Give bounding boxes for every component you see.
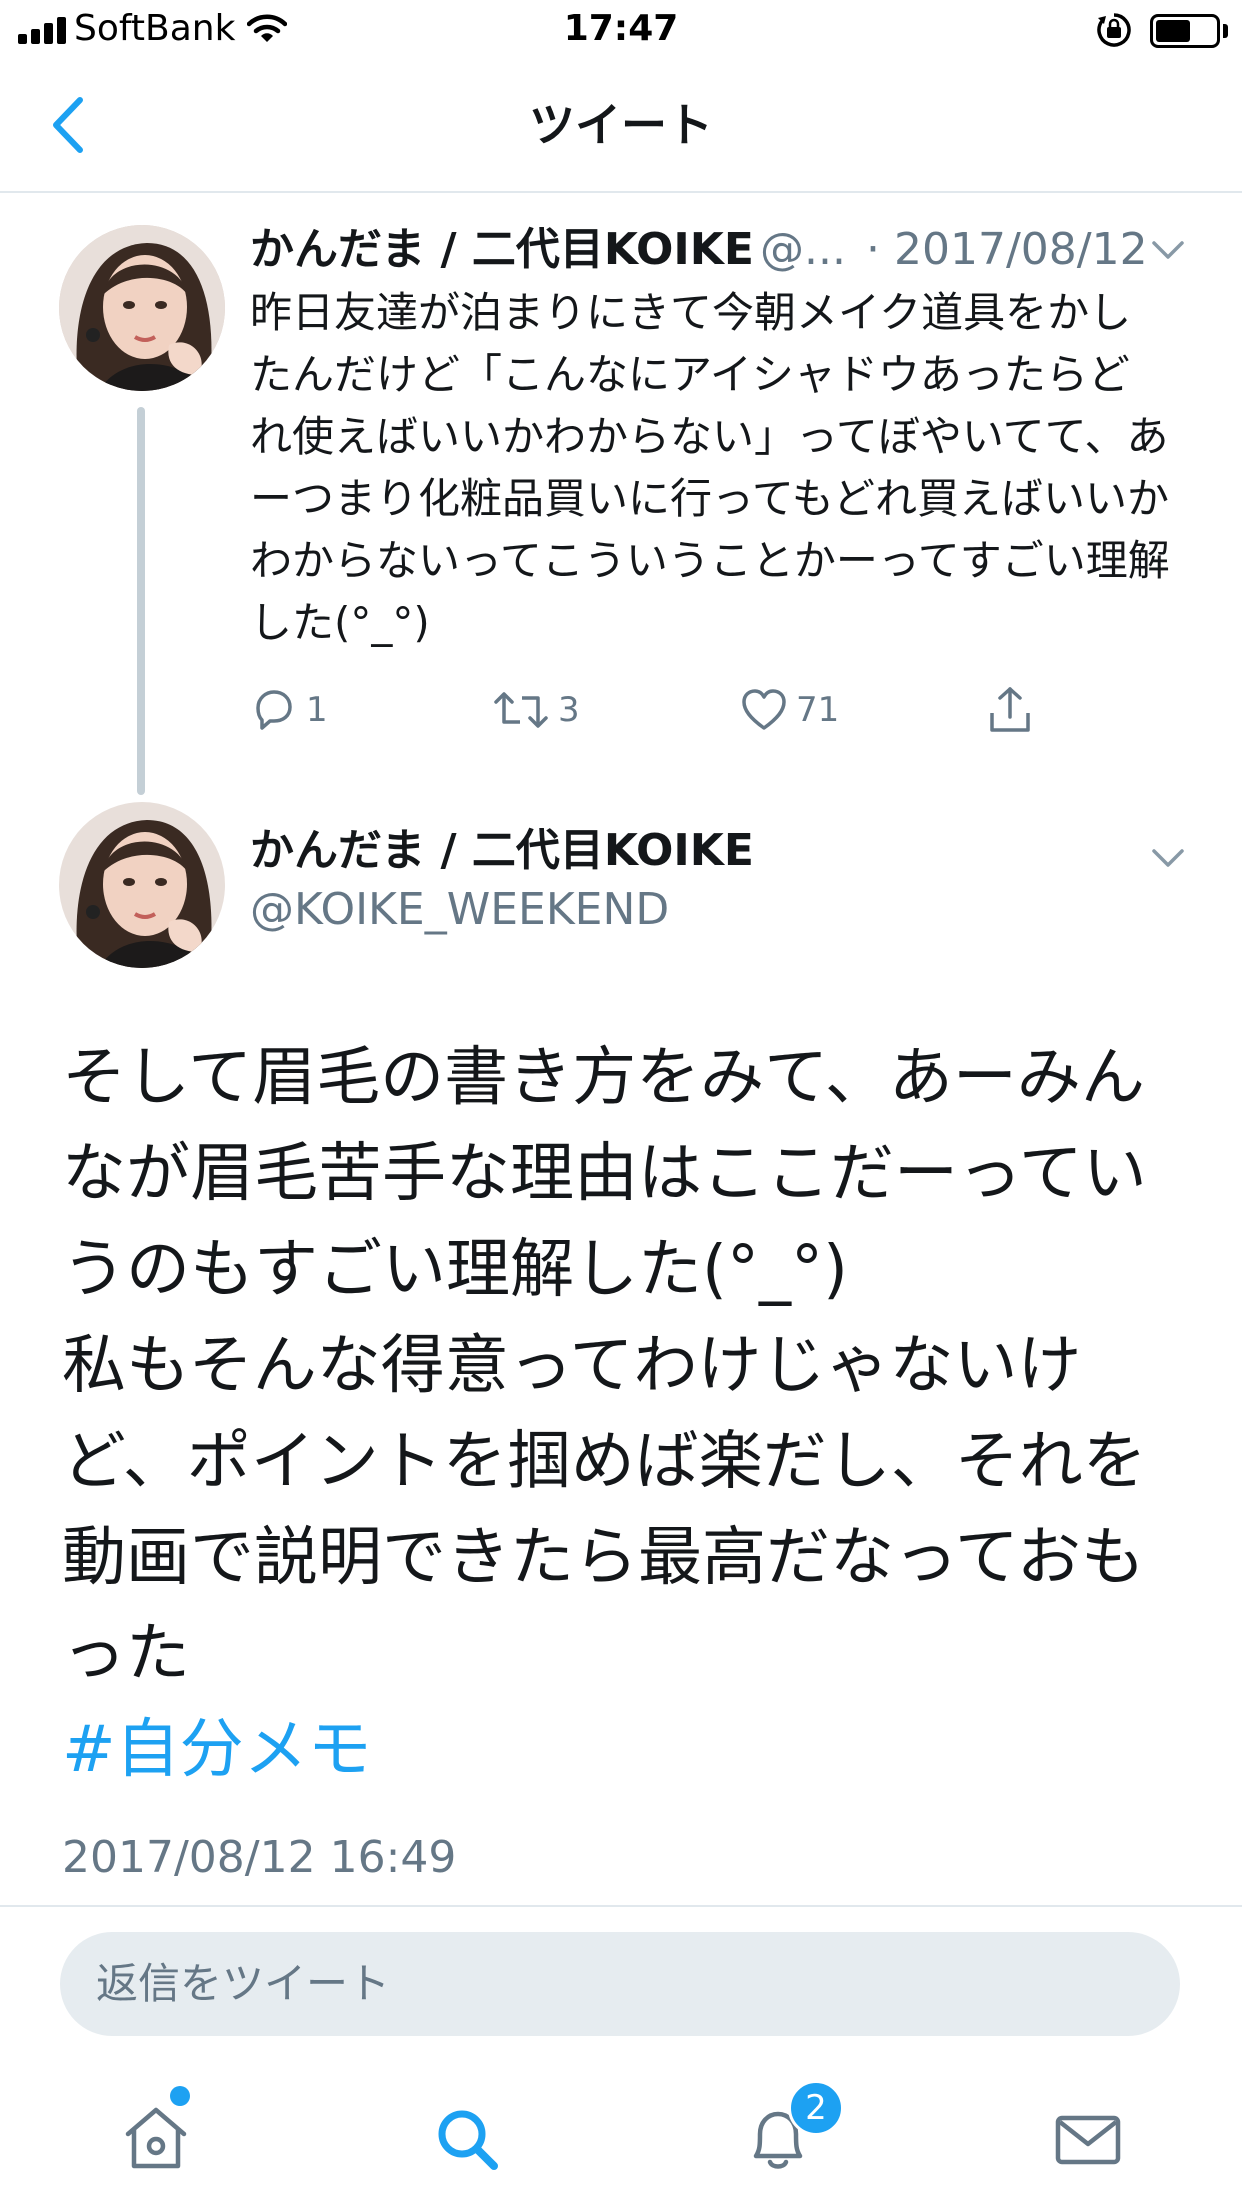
reply-icon <box>256 690 292 730</box>
tweet1-more-chevron-icon[interactable] <box>1150 238 1186 262</box>
divider <box>0 1905 1242 1907</box>
tweet1-text: 昨日友達が泊まりにきて今朝メイク道具をかしたんだけど「こんなにアイシャドウあった… <box>250 288 1170 647</box>
like-count: 71 <box>796 690 840 730</box>
status-time: 17:47 <box>563 8 679 49</box>
tweet1-author-name[interactable]: かんだま / 二代目KOIKE <box>250 222 754 278</box>
tweet1-like-button[interactable]: 71 <box>740 680 839 740</box>
avatar[interactable] <box>59 802 225 968</box>
tweet2-timestamp: 2017/08/12 16:49 <box>62 1832 457 1883</box>
tweet1-retweet-button[interactable]: 3 <box>492 680 580 740</box>
avatar-photo <box>59 802 225 968</box>
rotation-lock-icon <box>1097 13 1131 47</box>
notification-badge: 2 <box>788 2080 844 2136</box>
page-title: ツイート <box>529 98 713 152</box>
tweet1-author-handle[interactable]: @... <box>760 222 846 278</box>
battery-icon <box>1150 14 1220 48</box>
search-icon[interactable] <box>428 2100 508 2180</box>
tweet1-share-button[interactable] <box>986 680 1042 740</box>
reply-input[interactable]: 返信をツイート <box>60 1932 1180 2036</box>
reply-count: 1 <box>306 690 328 730</box>
tweet2-body: そして眉毛の書き方をみて、あーみんなが眉毛苦手な理由はここだーっていうのもすごい… <box>62 1030 1192 1798</box>
tweet2-text: そして眉毛の書き方をみて、あーみんなが眉毛苦手な理由はここだーっていうのもすごい… <box>62 1041 1147 1691</box>
tweet2-more-chevron-icon[interactable] <box>1150 846 1186 870</box>
home-icon[interactable] <box>116 2100 196 2180</box>
status-bar: SoftBank 17:47 <box>0 0 1242 62</box>
avatar-photo <box>59 225 225 391</box>
tweet2-author-name[interactable]: かんだま / 二代目KOIKE <box>250 822 754 880</box>
messages-envelope-icon[interactable] <box>1048 2100 1128 2180</box>
tweet1-date: · 2017/08/12 <box>866 224 1148 275</box>
share-icon <box>990 687 1030 732</box>
battery-cap <box>1223 24 1228 38</box>
home-new-indicator <box>170 2086 190 2106</box>
retweet-count: 3 <box>558 690 580 730</box>
hashtag-link[interactable]: #自分メモ <box>62 1702 1192 1798</box>
nav-divider <box>0 191 1242 193</box>
tweet2-author-handle[interactable]: @KOIKE_WEEKEND <box>250 881 669 939</box>
reply-placeholder: 返信をツイート <box>96 1959 391 2008</box>
avatar[interactable] <box>59 225 225 391</box>
heart-icon <box>742 689 786 730</box>
retweet-icon <box>494 692 548 728</box>
tweet1-reply-button[interactable]: 1 <box>250 680 328 740</box>
thread-connector-line <box>137 407 145 795</box>
